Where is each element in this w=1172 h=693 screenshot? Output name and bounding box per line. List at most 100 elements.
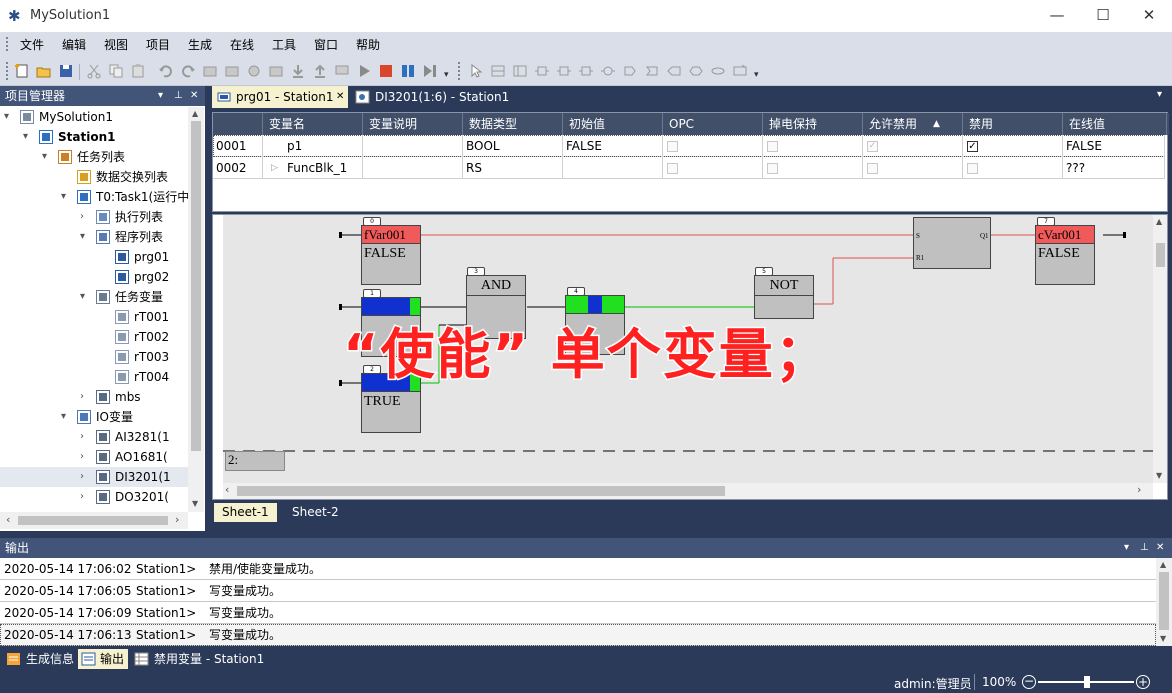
contact-tool-icon[interactable]	[600, 63, 616, 79]
tree-item-prg01[interactable]: prg01	[0, 247, 188, 267]
scroll-down-icon[interactable]: ▼	[1156, 471, 1162, 480]
tree-expander-icon[interactable]: ▾	[61, 187, 66, 207]
tree-item-mbs[interactable]: › mbs	[0, 387, 188, 407]
scroll-up-icon[interactable]: ▲	[1160, 560, 1166, 569]
table-row[interactable]: 0001 p1 BOOL FALSE ✓ ✓ FALSE	[213, 135, 1165, 157]
tree-item-[interactable]: › 执行列表	[0, 207, 188, 227]
open-folder-icon[interactable]	[36, 63, 52, 79]
opc-checkbox[interactable]	[667, 141, 678, 152]
tree-expander-icon[interactable]: ▾	[42, 147, 47, 167]
cell-type[interactable]: BOOL	[463, 135, 563, 157]
sheet-tab-1[interactable]: Sheet-1	[214, 503, 277, 522]
run-icon[interactable]	[356, 63, 372, 79]
tool-b-icon[interactable]	[224, 63, 240, 79]
tree-item-prg02[interactable]: prg02	[0, 267, 188, 287]
scroll-down-icon[interactable]: ▼	[1160, 634, 1166, 643]
tree-expander-icon[interactable]: ▾	[4, 107, 9, 127]
tree-item-io[interactable]: ▾ IO变量	[0, 407, 188, 427]
opc-checkbox[interactable]	[667, 163, 678, 174]
output-dropdown-icon[interactable]: ▾	[1124, 542, 1129, 553]
list-item[interactable]: 2020-05-14 17:06:09 Station1> 写变量成功。	[0, 602, 1156, 624]
tree-scroll-thumb[interactable]	[191, 121, 201, 451]
tree-item-di3201-1[interactable]: › DI3201(1	[0, 467, 188, 487]
tree-expander-icon[interactable]: ›	[80, 487, 84, 507]
cell-init[interactable]: FALSE	[563, 135, 663, 157]
tree-expander-icon[interactable]: ›	[80, 387, 84, 407]
col-header-name[interactable]: 变量名	[263, 113, 363, 135]
tree-item-station1[interactable]: ▾ Station1	[0, 127, 188, 147]
disabled-checkbox[interactable]: ✓	[967, 141, 978, 152]
menu-edit[interactable]: 编辑	[62, 36, 86, 53]
sheet-tab-2[interactable]: Sheet-2	[284, 503, 347, 522]
tree-item-[interactable]: ▾ 程序列表	[0, 227, 188, 247]
output-close-icon[interactable]: ✕	[1156, 542, 1164, 553]
tab-disabled-vars[interactable]: 禁用变量 - Station1	[132, 649, 264, 669]
tree-expander-icon[interactable]: ▾	[61, 407, 66, 427]
pause-icon[interactable]	[400, 63, 416, 79]
download-icon[interactable]	[290, 63, 306, 79]
allow-disable-checkbox[interactable]: ✓	[867, 141, 878, 152]
toolbar-overflow-icon[interactable]: ▾	[444, 70, 449, 80]
col-header-online[interactable]: 在线值	[1063, 113, 1167, 135]
tree-item-rt001[interactable]: rT001	[0, 307, 188, 327]
col-header-init[interactable]: 初始值	[563, 113, 663, 135]
close-button[interactable]: ✕	[1126, 0, 1172, 32]
tree-item-[interactable]: ▾ 任务变量	[0, 287, 188, 307]
scroll-up-icon[interactable]: ▲	[192, 109, 198, 118]
menu-tools[interactable]: 工具	[272, 36, 296, 53]
panel-pin-icon[interactable]: ⊥	[174, 90, 183, 101]
tool-a-icon[interactable]	[202, 63, 218, 79]
list-item[interactable]: 2020-05-14 17:06:02 Station1> 禁用/使能变量成功。	[0, 558, 1156, 580]
tab-output[interactable]: 输出	[78, 649, 129, 669]
tree-item-ai3281-1[interactable]: › AI3281(1	[0, 427, 188, 447]
menu-project[interactable]: 项目	[146, 36, 170, 53]
zoom-in-icon[interactable]: +	[1136, 675, 1150, 689]
network-tool-icon[interactable]	[490, 63, 506, 79]
tree-item-mysolution1[interactable]: ▾ MySolution1	[0, 107, 188, 127]
block-tool-3-icon[interactable]	[578, 63, 594, 79]
connector-tool-icon[interactable]	[710, 63, 726, 79]
tab-di3201[interactable]: DI3201(1:6) - Station1	[351, 86, 511, 108]
block-tool-2-icon[interactable]	[556, 63, 572, 79]
scroll-right-icon[interactable]: ›	[1137, 483, 1141, 496]
menu-online[interactable]: 在线	[230, 36, 254, 53]
expand-row-icon[interactable]: ▷	[271, 157, 278, 179]
tab-prg01[interactable]: prg01 - Station1 ✕	[212, 86, 348, 108]
panel-dropdown-icon[interactable]: ▾	[158, 90, 163, 101]
retain-checkbox[interactable]	[767, 163, 778, 174]
menu-file[interactable]: 文件	[20, 36, 44, 53]
list-item[interactable]: 2020-05-14 17:06:05 Station1> 写变量成功。	[0, 580, 1156, 602]
cell-desc[interactable]	[363, 135, 463, 157]
col-header-desc[interactable]: 变量说明	[363, 113, 463, 135]
tree-expander-icon[interactable]: ▾	[23, 127, 28, 147]
tool-c-icon[interactable]	[246, 63, 262, 79]
tree-item-[interactable]: ▾ 任务列表	[0, 147, 188, 167]
zoom-slider-handle[interactable]	[1084, 676, 1090, 688]
col-header-allow-disable[interactable]: 允许禁用 ▲	[863, 113, 963, 135]
tree-item-rt004[interactable]: rT004	[0, 367, 188, 387]
cell-type[interactable]: RS	[463, 157, 563, 179]
redo-icon[interactable]	[180, 63, 196, 79]
panel-close-icon[interactable]: ✕	[190, 90, 198, 101]
allow-disable-checkbox[interactable]	[867, 163, 878, 174]
cell-name[interactable]: ▷ FuncBlk_1	[263, 157, 363, 179]
undo-icon[interactable]	[158, 63, 174, 79]
tab-close-icon[interactable]: ✕	[336, 86, 344, 108]
return-tool-icon[interactable]	[688, 63, 704, 79]
scroll-left-icon[interactable]: ‹	[6, 513, 10, 526]
output-pin-icon[interactable]: ⊥	[1140, 542, 1149, 553]
tree-expander-icon[interactable]: ›	[80, 447, 84, 467]
maximize-button[interactable]: ☐	[1080, 0, 1126, 32]
output-vertical-scrollbar[interactable]: ▲ ▼	[1156, 558, 1172, 646]
cut-icon[interactable]	[86, 63, 102, 79]
scroll-left-icon[interactable]: ‹	[225, 483, 229, 496]
rs-block[interactable]: S R1 Q1	[913, 217, 991, 269]
menu-build[interactable]: 生成	[188, 36, 212, 53]
scroll-right-icon[interactable]: ›	[175, 513, 179, 526]
tree-vertical-scrollbar[interactable]: ▲ ▼	[188, 107, 204, 512]
tab-build-info[interactable]: 生成信息	[4, 649, 74, 669]
table-row[interactable]: 0002 ▷ FuncBlk_1 RS ???	[213, 157, 1165, 179]
disabled-checkbox[interactable]	[967, 163, 978, 174]
step-icon[interactable]	[422, 63, 438, 79]
toolbar2-overflow-icon[interactable]: ▾	[754, 70, 759, 80]
